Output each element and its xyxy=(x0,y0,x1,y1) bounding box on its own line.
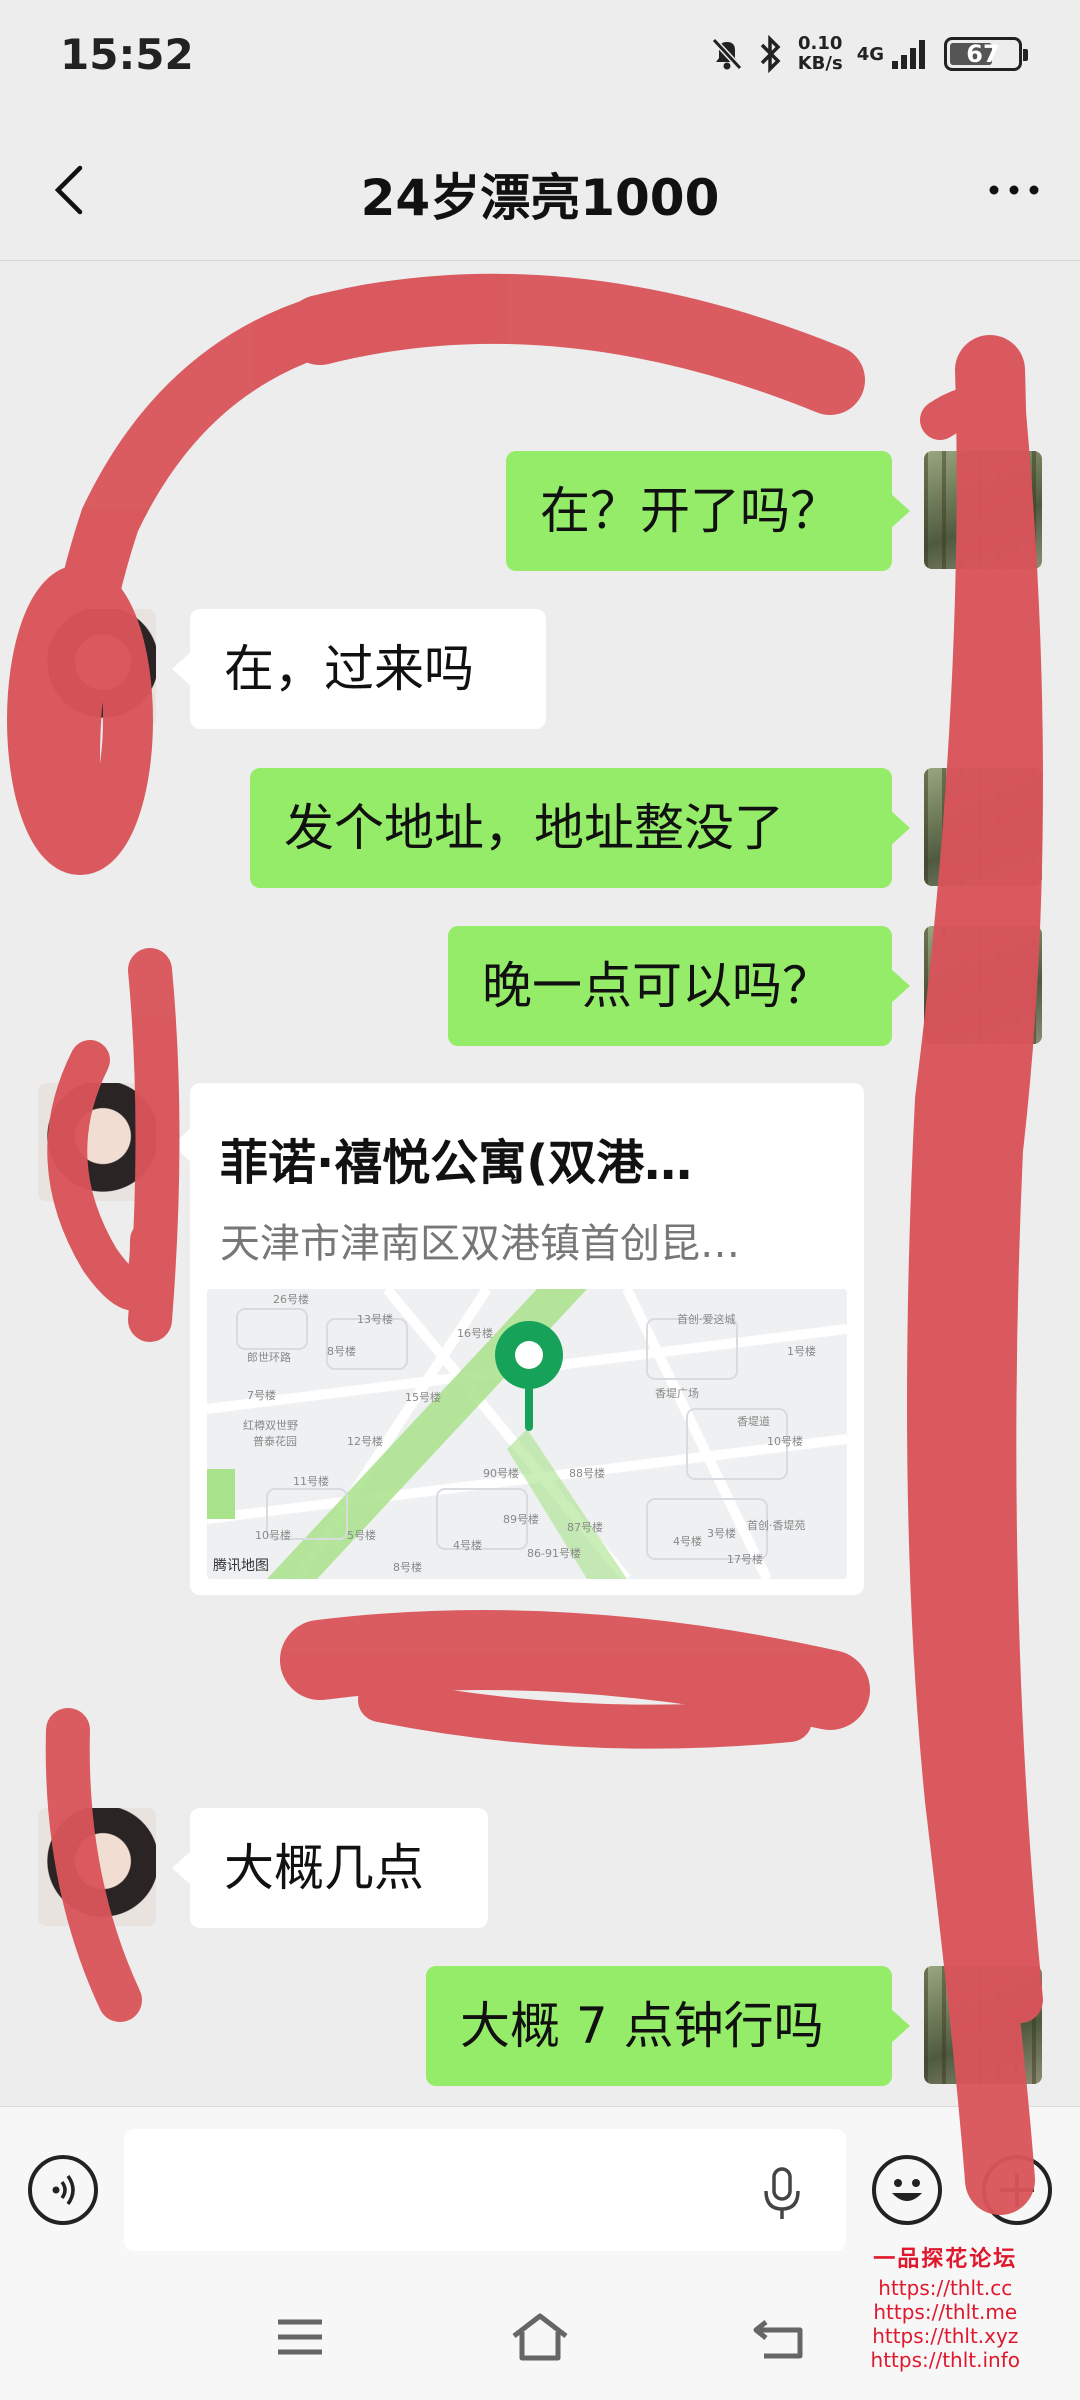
status-bar: 15:52 0.10 KB/s 4G 67 xyxy=(0,0,1080,120)
my-avatar[interactable] xyxy=(924,451,1042,569)
location-name: 菲诺·禧悦公寓(双港… xyxy=(220,1135,693,1191)
plus-button[interactable] xyxy=(982,2155,1052,2225)
map-label: 首创·香堤苑 xyxy=(747,1519,806,1532)
map-graphic xyxy=(207,1289,847,1579)
watermark-url: https://thlt.xyz xyxy=(872,2324,1019,2348)
bluetooth-icon xyxy=(758,35,784,73)
map-label: 26号楼 xyxy=(273,1293,309,1306)
home-button[interactable] xyxy=(510,2312,570,2362)
watermark-title: 一品探花论坛 xyxy=(873,2247,1018,2272)
map-label: 15号楼 xyxy=(405,1391,441,1404)
map-label: 香堤道 xyxy=(737,1415,770,1428)
my-avatar[interactable] xyxy=(924,1966,1042,2084)
status-icons: 0.10 KB/s 4G 67 xyxy=(710,34,1028,74)
map-credit: 腾讯地图 xyxy=(213,1558,269,1574)
watermark: 一品探花论坛 https://thlt.cc https://thlt.me h… xyxy=(870,2247,1020,2373)
network-type: 4G xyxy=(856,43,884,65)
network-speed: 0.10 KB/s xyxy=(798,34,843,74)
map-label: 87号楼 xyxy=(567,1521,603,1534)
menu-icon xyxy=(270,2319,330,2366)
map-label: 10号楼 xyxy=(767,1435,803,1448)
message-bubble-received[interactable]: 在，过来吗 xyxy=(172,609,546,729)
location-map[interactable]: 26号楼 13号楼 16号楼 首创·爱这城 1号楼 郎世环路 8号楼 7号楼 1… xyxy=(207,1289,847,1579)
map-label: 4号楼 xyxy=(673,1535,702,1548)
my-avatar[interactable] xyxy=(924,768,1042,886)
map-label: 12号楼 xyxy=(347,1435,383,1448)
map-label: 90号楼 xyxy=(483,1467,519,1480)
message-bubble-sent[interactable]: 晚一点可以吗？ xyxy=(448,926,910,1046)
emoji-icon xyxy=(876,2179,938,2225)
map-label: 13号楼 xyxy=(357,1313,393,1326)
mic-icon[interactable] xyxy=(762,2165,802,2221)
chat-title: 24岁漂亮1000 xyxy=(360,169,720,227)
message-text: 晚一点可以吗？ xyxy=(482,957,832,1015)
contact-avatar[interactable] xyxy=(38,1083,156,1201)
more-button[interactable] xyxy=(984,160,1044,220)
watermark-url: https://thlt.cc xyxy=(878,2276,1013,2300)
network-speed-unit: KB/s xyxy=(797,53,843,74)
map-label: 香堤广场 xyxy=(655,1387,699,1400)
location-card[interactable]: 菲诺·禧悦公寓(双港… 天津市津南区双港镇首创昆… 26号楼 13号楼 16号楼… xyxy=(172,1083,864,1595)
message-text: 大概 7 点钟行吗 xyxy=(460,1997,824,2055)
message-bubble-sent[interactable]: 在？开了吗？ xyxy=(506,451,910,571)
message-input[interactable] xyxy=(124,2129,846,2251)
map-label: 郎世环路 xyxy=(247,1351,291,1364)
my-avatar[interactable] xyxy=(924,926,1042,1044)
mute-icon xyxy=(710,36,744,72)
location-address: 天津市津南区双港镇首创昆… xyxy=(220,1221,740,1267)
map-label: 7号楼 xyxy=(247,1389,276,1402)
map-label: 红樽双世野 xyxy=(243,1419,298,1432)
map-label: 10号楼 xyxy=(255,1529,291,1542)
contact-avatar[interactable] xyxy=(38,609,156,727)
map-label: 88号楼 xyxy=(569,1467,605,1480)
voice-icon xyxy=(32,2174,94,2225)
map-label: 8号楼 xyxy=(393,1561,422,1574)
battery-cap xyxy=(1023,49,1028,61)
map-label: 8号楼 xyxy=(327,1345,356,1358)
map-label: 16号楼 xyxy=(457,1327,493,1340)
map-label: 11号楼 xyxy=(293,1475,329,1488)
map-label: 1号楼 xyxy=(787,1345,816,1358)
status-time: 15:52 xyxy=(60,30,194,79)
watermark-url: https://thlt.me xyxy=(873,2300,1018,2324)
message-text: 在？开了吗？ xyxy=(540,482,840,540)
message-text: 大概几点 xyxy=(224,1839,424,1897)
map-label: 4号楼 xyxy=(453,1539,482,1552)
map-label: 普泰花园 xyxy=(253,1435,297,1448)
battery-icon: 67 xyxy=(944,37,1028,71)
map-label: 首创·爱这城 xyxy=(677,1313,736,1326)
map-label: 3号楼 xyxy=(707,1527,736,1540)
map-label: 5号楼 xyxy=(347,1529,376,1542)
plus-icon xyxy=(986,2173,1048,2225)
message-bubble-sent[interactable]: 发个地址，地址整没了 xyxy=(250,768,910,888)
signal-icon xyxy=(890,37,930,71)
more-icon xyxy=(984,180,1044,231)
network-speed-value: 0.10 xyxy=(797,33,843,54)
home-icon xyxy=(510,2313,570,2366)
message-bubble-received[interactable]: 大概几点 xyxy=(172,1808,488,1928)
emoji-button[interactable] xyxy=(872,2155,942,2225)
contact-avatar[interactable] xyxy=(38,1808,156,1926)
map-label: 86-91号楼 xyxy=(527,1547,581,1560)
message-bubble-sent[interactable]: 大概 7 点钟行吗 xyxy=(426,1966,910,2086)
message-text: 在，过来吗 xyxy=(224,640,474,698)
message-text: 发个地址，地址整没了 xyxy=(284,799,784,857)
watermark-url: https://thlt.info xyxy=(870,2348,1020,2372)
map-label: 89号楼 xyxy=(503,1513,539,1526)
back-nav-button[interactable] xyxy=(752,2312,812,2362)
back-icon xyxy=(752,2320,812,2366)
battery-level: 67 xyxy=(966,40,1000,68)
chat-header: 24岁漂亮1000 xyxy=(0,120,1080,261)
recent-apps-button[interactable] xyxy=(270,2312,330,2362)
voice-button[interactable] xyxy=(28,2155,98,2225)
map-label: 17号楼 xyxy=(727,1553,763,1566)
